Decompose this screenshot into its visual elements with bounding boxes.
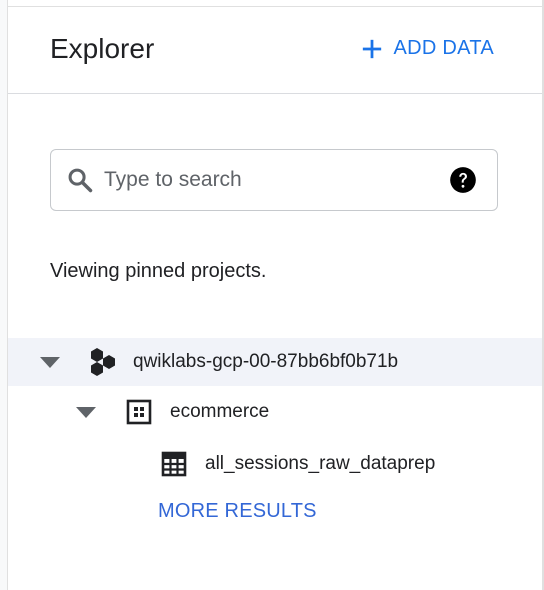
help-icon[interactable] xyxy=(449,166,477,194)
status-text: Viewing pinned projects. xyxy=(50,260,267,282)
dataset-icon xyxy=(126,399,152,425)
caret-down-icon[interactable] xyxy=(39,355,61,369)
search-icon xyxy=(68,168,93,193)
caret-down-icon[interactable] xyxy=(75,405,97,419)
add-data-label: ADD DATA xyxy=(393,37,494,59)
plus-icon xyxy=(363,39,382,58)
dataset-name: ecommerce xyxy=(170,401,270,422)
project-name: qwiklabs-gcp-00-87bb6bf0b71b xyxy=(133,351,399,372)
more-results-button[interactable]: MORE RESULTS xyxy=(158,500,317,523)
search-box xyxy=(50,149,498,211)
table-icon xyxy=(161,451,187,477)
explorer-header: Explorer ADD DATA xyxy=(8,7,542,94)
project-icon xyxy=(91,348,115,376)
add-data-button[interactable]: ADD DATA xyxy=(361,37,494,60)
left-gutter xyxy=(0,0,8,590)
search-input[interactable] xyxy=(102,167,436,193)
tree-row-table[interactable]: all_sessions_raw_dataprep xyxy=(8,440,542,488)
table-name: all_sessions_raw_dataprep xyxy=(205,453,436,474)
tree-row-dataset[interactable]: ecommerce xyxy=(8,388,542,436)
tree-row-project[interactable]: qwiklabs-gcp-00-87bb6bf0b71b xyxy=(8,338,542,386)
page-title: Explorer xyxy=(50,33,155,64)
